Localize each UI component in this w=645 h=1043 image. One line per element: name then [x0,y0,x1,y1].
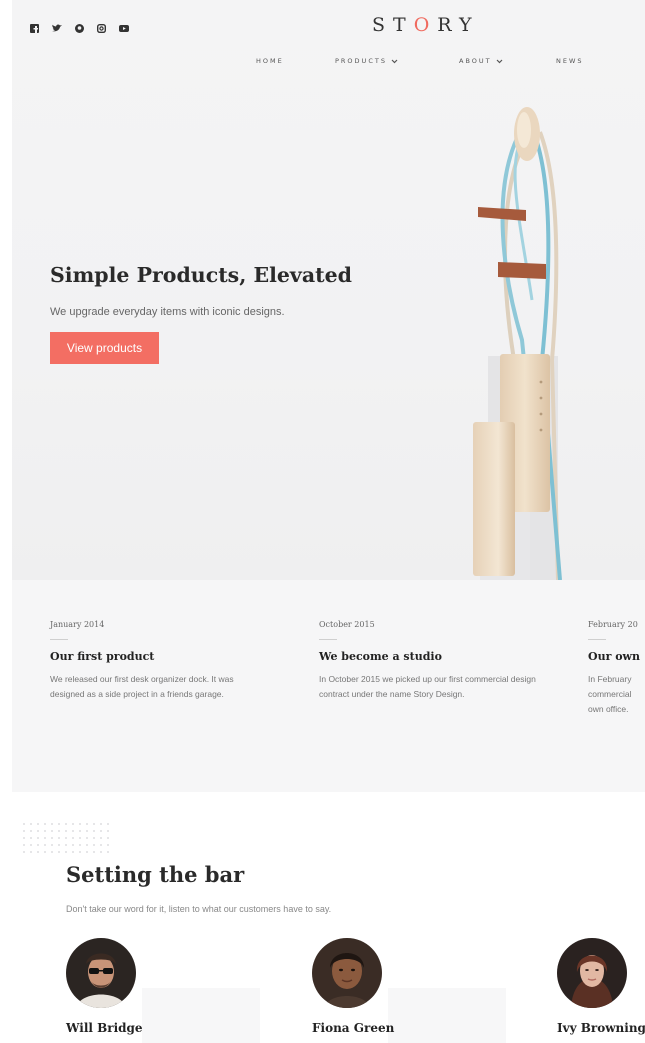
nav-products[interactable]: PRODUCTS [335,57,398,65]
divider [319,639,337,640]
testimonial-person [557,938,627,1008]
avatar [66,938,136,1008]
nav-products-label: PRODUCTS [335,57,387,65]
nav-home[interactable]: HOME [256,57,284,65]
logo-text: STORY [372,14,480,36]
timeline-date: February 20 [588,620,638,629]
view-products-button[interactable]: View products [50,332,159,364]
timeline-body: We released our first desk organizer doc… [50,674,234,699]
timeline-title: We become a studio [319,650,442,663]
timeline-body: In February commercial own office. [588,674,632,714]
dot-pattern-decoration [23,823,109,853]
nav-about-label: ABOUT [459,57,492,65]
pinterest-icon[interactable] [75,24,84,33]
hero-product-image [473,107,562,580]
timeline-date: October 2015 [319,620,375,629]
testimonial-person [312,938,382,1008]
timeline-date: January 2014 [50,620,105,629]
timeline-item: February 20 Our own In February commerci… [588,620,645,717]
testimonials-section: Setting the bar Don't take our word for … [12,792,645,1043]
person-name: Ivy Browning [557,1021,645,1035]
instagram-icon[interactable] [97,24,106,33]
chevron-down-icon [391,59,398,63]
nav-about[interactable]: ABOUT [459,57,503,65]
brand-logo[interactable]: STORY [372,14,480,36]
page: STORY HOME PRODUCTS ABOUT NEWS Simple Pr… [0,0,645,1043]
section-title: Setting the bar [66,862,245,887]
twitter-icon[interactable] [52,24,62,33]
testimonial-card [388,988,506,1043]
person-name: Fiona Green [312,1021,395,1035]
hero-subtitle: We upgrade everyday items with iconic de… [50,306,285,318]
logo-accent-letter: O [413,14,438,36]
social-links [30,24,129,33]
chevron-down-icon [496,59,503,63]
person-name: Will Bridge [66,1021,143,1035]
testimonial-person [66,938,136,1008]
timeline-item: October 2015 We become a studio In Octob… [319,620,537,702]
nav-home-label: HOME [256,57,284,65]
timeline-title: Our own [588,650,641,663]
timeline-item: January 2014 Our first product We releas… [50,620,268,702]
hero-title: Simple Products, Elevated [50,263,352,287]
avatar [557,938,627,1008]
timeline-section: January 2014 Our first product We releas… [12,580,645,792]
youtube-icon[interactable] [119,24,129,33]
section-subtitle: Don't take our word for it, listen to wh… [66,904,332,914]
timeline-title: Our first product [50,650,155,663]
testimonial-card [142,988,260,1043]
facebook-icon[interactable] [30,24,39,33]
divider [588,639,606,640]
timeline-body: In October 2015 we picked up our first c… [319,674,536,699]
nav-news-label: NEWS [556,57,584,65]
hero-section: STORY HOME PRODUCTS ABOUT NEWS Simple Pr… [12,0,645,580]
divider [50,639,68,640]
nav-news[interactable]: NEWS [556,57,584,65]
avatar [312,938,382,1008]
